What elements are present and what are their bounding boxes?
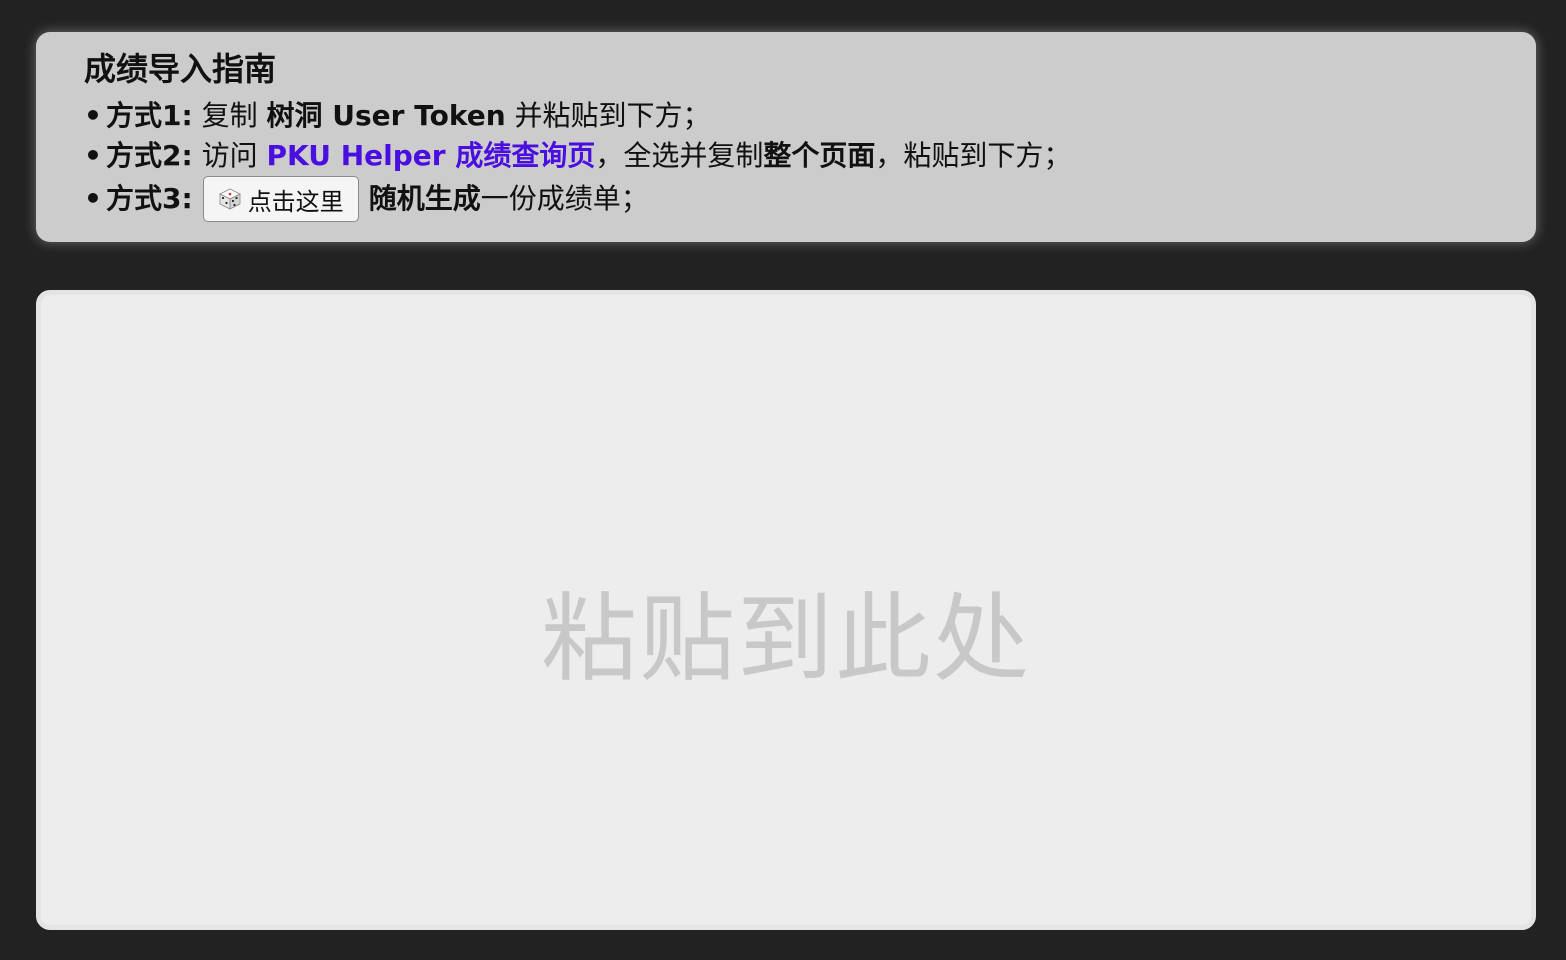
method-2-text-a: 访问 (201, 139, 258, 172)
bullet: • (84, 182, 102, 215)
guide-title: 成绩导入指南 (84, 50, 277, 88)
dice-icon (218, 187, 242, 211)
method-3-label: 方式3: (106, 182, 193, 215)
pku-helper-grade-link[interactable]: PKU Helper 成绩查询页 (267, 136, 596, 176)
import-guide-panel: 成绩导入指南 • 方式1: 复制 树洞 User Token 并粘贴到下方； •… (36, 32, 1536, 242)
guide-method-list: • 方式1: 复制 树洞 User Token 并粘贴到下方； • 方式2: 访… (84, 96, 1488, 222)
bullet: • (84, 99, 102, 132)
whole-page-text: 整个页面 (763, 139, 876, 172)
random-generate-button[interactable]: 点击这里 (202, 176, 359, 222)
bullet: • (84, 139, 102, 172)
method-2-item: • 方式2: 访问 PKU Helper 成绩查询页 ，全选并复制 整个页面 ，… (84, 136, 1488, 176)
random-generate-text: 随机生成 (368, 182, 481, 215)
paste-area[interactable]: 粘贴到此处 (36, 290, 1536, 930)
paste-placeholder: 粘贴到此处 (541, 582, 1031, 695)
method-2-text-c: ，粘贴到下方； (875, 139, 1072, 172)
method-1-text-a: 复制 (201, 99, 258, 132)
random-button-label: 点击这里 (247, 187, 344, 216)
method-3-text-b: 一份成绩单； (480, 182, 649, 215)
user-token-text: 树洞 User Token (266, 99, 506, 132)
method-1-item: • 方式1: 复制 树洞 User Token 并粘贴到下方； (84, 96, 1488, 136)
method-3-item: • 方式3: 点击这里 随机生成 一份成绩单； (84, 176, 1488, 222)
method-1-label: 方式1: (106, 99, 193, 132)
method-1-text-b: 并粘贴到下方； (514, 99, 711, 132)
method-2-text-b: ，全选并复制 (595, 139, 764, 172)
method-2-label: 方式2: (106, 139, 193, 172)
